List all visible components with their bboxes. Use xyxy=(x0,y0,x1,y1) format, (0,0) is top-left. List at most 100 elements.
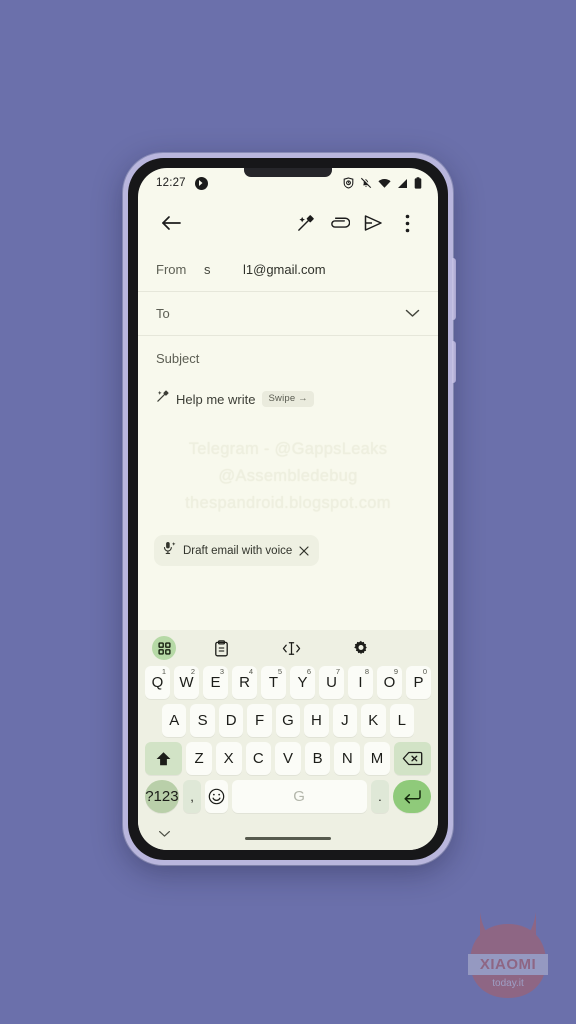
key-j[interactable]: J xyxy=(332,704,358,737)
key-f[interactable]: F xyxy=(247,704,272,737)
emoji-icon[interactable] xyxy=(205,780,228,813)
key-i[interactable]: I8 xyxy=(348,666,373,699)
key-x[interactable]: X xyxy=(215,742,242,775)
to-field-row[interactable]: To xyxy=(138,292,438,336)
help-me-write-label: Help me write xyxy=(176,391,256,407)
phone-screen: 12:27 From s l1@gmail.com To Subject Hel… xyxy=(138,168,438,850)
email-body-area[interactable]: Telegram - @GappsLeaks @Assembledebug th… xyxy=(138,414,438,517)
from-email-value: l1@gmail.com xyxy=(243,262,326,277)
alarm-shield-icon xyxy=(343,177,354,189)
mic-sparkle-icon xyxy=(163,541,176,560)
xiaomi-brand-label: XIAOMI xyxy=(479,956,537,973)
key-sup: 1 xyxy=(161,667,166,676)
keyboard-toolbar xyxy=(142,630,434,666)
key-u[interactable]: U7 xyxy=(319,666,344,699)
body-watermark-line: Telegram - @GappsLeaks xyxy=(188,440,388,458)
status-time: 12:27 xyxy=(156,177,186,189)
key-v[interactable]: V xyxy=(275,742,301,775)
settings-gear-icon[interactable] xyxy=(346,636,376,660)
enter-icon[interactable] xyxy=(393,780,431,813)
key-label: T xyxy=(268,674,279,691)
backspace-icon[interactable] xyxy=(393,742,431,775)
phone-bezel: 12:27 From s l1@gmail.com To Subject Hel… xyxy=(128,158,448,860)
key-n[interactable]: N xyxy=(334,742,361,775)
key-sup: 3 xyxy=(219,667,224,676)
magic-pen-icon xyxy=(156,390,169,408)
power-button[interactable] xyxy=(452,258,456,320)
key-c[interactable]: C xyxy=(245,742,272,775)
voice-chip-container: Draft email with voice xyxy=(138,517,438,575)
help-me-write-row[interactable]: Help me write Swipe → xyxy=(138,380,438,414)
key-period[interactable]: . xyxy=(370,780,390,813)
subject-label: Subject xyxy=(156,350,200,366)
key-sup: 6 xyxy=(306,667,311,676)
notification-dot-icon xyxy=(194,176,208,190)
from-account-name: s xyxy=(204,262,211,277)
app-bar xyxy=(138,198,438,248)
key-e[interactable]: E3 xyxy=(203,666,228,699)
overflow-menu-icon[interactable] xyxy=(390,206,424,240)
clipboard-icon[interactable] xyxy=(206,636,236,660)
chevron-down-icon[interactable] xyxy=(405,305,420,323)
phone-notch xyxy=(244,168,332,177)
key-label: O xyxy=(383,674,396,691)
key-q[interactable]: Q1 xyxy=(145,666,170,699)
key-label: Q xyxy=(151,674,164,691)
key-z[interactable]: Z xyxy=(186,742,212,775)
key-a[interactable]: A xyxy=(162,704,187,737)
volume-button[interactable] xyxy=(452,341,456,383)
key-o[interactable]: O9 xyxy=(377,666,402,699)
symbols-key[interactable]: ?123 xyxy=(145,780,179,813)
key-k[interactable]: K xyxy=(361,704,386,737)
to-label: To xyxy=(156,306,170,321)
key-l[interactable]: L xyxy=(389,704,414,737)
key-label: Y xyxy=(297,674,308,691)
close-icon[interactable] xyxy=(299,545,309,556)
key-sup: 0 xyxy=(422,667,427,676)
key-d[interactable]: D xyxy=(218,704,244,737)
from-field-row[interactable]: From s l1@gmail.com xyxy=(138,248,438,292)
wifi-icon xyxy=(378,178,391,189)
subject-field-row[interactable]: Subject xyxy=(138,336,438,380)
attach-icon[interactable] xyxy=(322,206,356,240)
xiaomi-brand-bar: XIAOMI xyxy=(468,954,548,975)
key-sup: 9 xyxy=(393,667,398,676)
shift-icon[interactable] xyxy=(145,742,183,775)
apps-grid-icon[interactable] xyxy=(152,636,176,660)
xiaomi-today-watermark: XIAOMI today.it xyxy=(460,906,556,1006)
key-t[interactable]: T5 xyxy=(261,666,286,699)
key-label: U xyxy=(326,674,337,691)
home-gesture-bar[interactable] xyxy=(245,836,331,840)
key-g[interactable]: G xyxy=(275,704,301,737)
key-label: E xyxy=(210,674,221,691)
xiaomi-site-label: today.it xyxy=(492,978,524,989)
keyboard-row-2: A S D F G H J K L xyxy=(142,704,434,737)
key-p[interactable]: P0 xyxy=(406,666,431,699)
keyboard-row-3: Z X C V B N M xyxy=(142,742,434,775)
key-h[interactable]: H xyxy=(304,704,329,737)
key-s[interactable]: S xyxy=(190,704,215,737)
key-comma[interactable]: , xyxy=(182,780,202,813)
space-key[interactable]: G xyxy=(231,780,367,813)
magic-compose-icon[interactable] xyxy=(288,206,322,240)
swipe-hint-chip: Swipe → xyxy=(262,391,314,407)
back-arrow-icon[interactable] xyxy=(154,206,188,240)
key-label: R xyxy=(239,674,250,691)
key-w[interactable]: W2 xyxy=(174,666,199,699)
key-b[interactable]: B xyxy=(304,742,331,775)
key-label: W xyxy=(179,674,194,691)
chevron-down-icon[interactable] xyxy=(158,830,171,838)
battery-icon xyxy=(414,177,422,189)
body-watermark-line: @Assembledebug xyxy=(218,467,358,485)
draft-email-with-voice-chip[interactable]: Draft email with voice xyxy=(154,535,320,566)
text-cursor-move-icon[interactable] xyxy=(276,636,306,660)
status-icons xyxy=(343,177,422,189)
key-m[interactable]: M xyxy=(364,742,390,775)
key-r[interactable]: R4 xyxy=(232,666,257,699)
key-sup: 7 xyxy=(335,667,340,676)
key-y[interactable]: Y6 xyxy=(290,666,315,699)
send-icon[interactable] xyxy=(356,206,390,240)
phone-frame: 12:27 From s l1@gmail.com To Subject Hel… xyxy=(123,153,456,865)
signal-icon xyxy=(397,178,408,189)
key-sup: 5 xyxy=(277,667,282,676)
